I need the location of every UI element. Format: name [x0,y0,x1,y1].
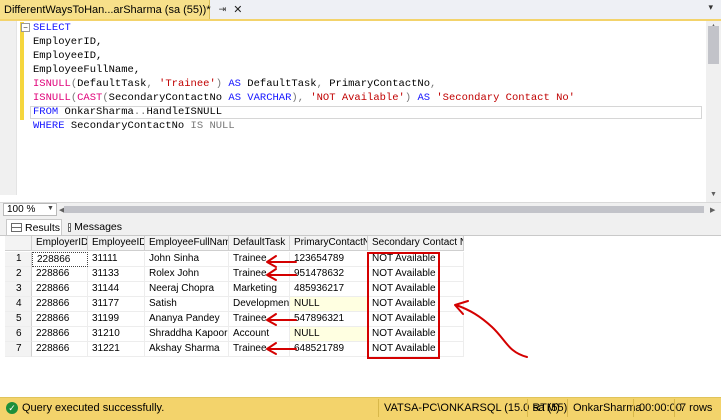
grid-cell[interactable]: John Sinha [145,252,229,267]
row-number[interactable]: 2 [5,267,32,282]
grid-cell[interactable]: Trainee [229,342,290,357]
zoom-value: 100 % [7,204,36,215]
grid-cell[interactable]: 228866 [32,282,88,297]
column-header[interactable]: DefaultTask [229,236,290,251]
grid-cell[interactable]: Trainee [229,267,290,282]
row-number[interactable]: 4 [5,297,32,312]
status-rows: 7 rows [674,399,721,417]
messages-icon [68,222,72,232]
grid-cell[interactable]: 31199 [88,312,145,327]
editor-scroll-thumb[interactable] [708,26,719,64]
grid-cell[interactable]: Trainee [229,252,290,267]
code-line-1: SELECT [33,22,71,34]
code-line-8: WHERE SecondaryContactNo IS NULL [33,120,235,132]
column-header[interactable]: EmployerID [32,236,88,251]
grid-cell[interactable]: Akshay Sharma [145,342,229,357]
grid-cell[interactable]: Neeraj Chopra [145,282,229,297]
grid-cell[interactable]: NULL [290,327,368,342]
grid-cell[interactable]: Shraddha Kapoor [145,327,229,342]
grid-icon [11,223,22,232]
query-tab-title: DifferentWaysToHan...arSharma (sa (55))* [4,3,211,16]
grid-cell[interactable]: 228866 [32,252,88,267]
row-number[interactable]: 5 [5,312,32,327]
grid-cell[interactable]: Satish [145,297,229,312]
code-line-7: FROM OnkarSharma..HandleISNULL [33,106,223,118]
grid-cell[interactable]: 228866 [32,312,88,327]
status-server: VATSA-PC\ONKARSQL (15.0 RTM) [378,399,560,417]
annotation-rectangle [367,252,440,359]
status-login: sa (55) [527,399,567,417]
code-line-4: EmployeeFullName, [33,64,141,76]
grid-cell[interactable]: 228866 [32,267,88,282]
grid-cell[interactable]: Ananya Pandey [145,312,229,327]
column-header[interactable]: EmployeeFullName [145,236,229,251]
grid-cell[interactable]: Development [229,297,290,312]
grid-cell[interactable]: Rolex John [145,267,229,282]
grid-cell[interactable]: 31144 [88,282,145,297]
grid-cell[interactable]: NULL [290,297,368,312]
grid-cell[interactable]: Trainee [229,312,290,327]
row-number[interactable]: 7 [5,342,32,357]
grid-cell[interactable]: 31210 [88,327,145,342]
grid-cell[interactable]: 31221 [88,342,145,357]
close-icon[interactable]: ✕ [233,3,242,16]
zoom-dropdown-icon[interactable]: ▼ [47,205,54,212]
collapse-icon[interactable]: − [21,23,30,32]
grid-cell[interactable]: 123654789 [290,252,368,267]
code-line-3: EmployeeID, [33,50,103,62]
grid-cell[interactable]: 228866 [32,297,88,312]
scroll-right-icon[interactable]: ▶ [710,206,715,214]
query-editor[interactable]: − SELECT EmployerID, EmployeeID, Employe… [0,21,706,195]
code-line-6: ISNULL(CAST(SecondaryContactNo AS VARCHA… [33,92,575,104]
change-indicator [20,22,24,120]
row-number[interactable]: 3 [5,282,32,297]
grid-cell[interactable]: 547896321 [290,312,368,327]
code-line-2: EmployerID, [33,36,103,48]
tab-results[interactable]: Results [6,219,62,235]
column-header[interactable]: PrimaryContactNo [290,236,368,251]
grid-cell[interactable]: 951478632 [290,267,368,282]
column-header[interactable]: EmployeeID [88,236,145,251]
tab-messages[interactable]: Messages [64,219,122,235]
tab-messages-label: Messages [74,221,122,233]
grid-cell[interactable]: 31133 [88,267,145,282]
grid-cell[interactable]: 648521789 [290,342,368,357]
grid-corner[interactable] [5,236,32,251]
status-message: Query executed successfully. [22,402,165,414]
grid-cell[interactable]: Account [229,327,290,342]
grid-cell[interactable]: 485936217 [290,282,368,297]
success-check-icon: ✓ [6,402,18,414]
row-number[interactable]: 1 [5,252,32,267]
editor-horizontal-scroll-thumb[interactable] [64,206,704,213]
pin-icon[interactable]: ⇥ [219,4,227,15]
editor-gutter [0,21,17,195]
column-header[interactable]: Secondary Contact No [368,236,464,251]
grid-cell[interactable]: 228866 [32,327,88,342]
tab-results-label: Results [25,221,61,234]
tab-dropdown-icon[interactable]: ▾ [708,2,713,13]
query-tab[interactable]: DifferentWaysToHan...arSharma (sa (55))*… [0,0,242,19]
row-number[interactable]: 6 [5,327,32,342]
grid-cell[interactable]: Marketing [229,282,290,297]
grid-cell[interactable]: 31177 [88,297,145,312]
status-database: OnkarSharma [567,399,641,417]
status-elapsed: 00:00:00 [633,399,682,417]
scroll-down-icon[interactable]: ▼ [710,191,717,198]
grid-cell[interactable]: 228866 [32,342,88,357]
grid-cell[interactable]: 31111 [88,252,145,267]
code-line-5: ISNULL(DefaultTask, 'Trainee') AS Defaul… [33,78,437,90]
